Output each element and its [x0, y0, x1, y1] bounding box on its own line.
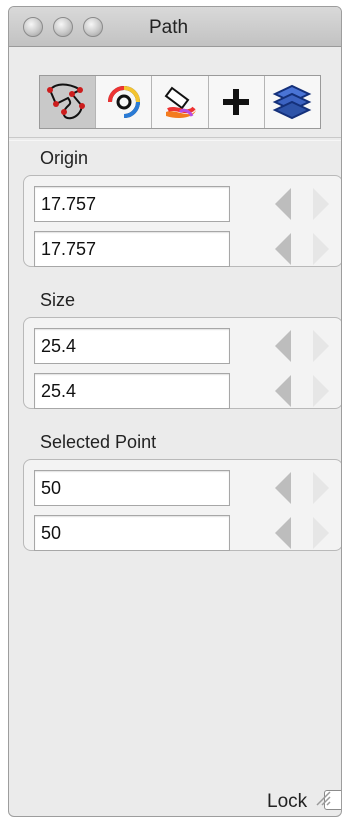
- zoom-window-button[interactable]: [83, 17, 103, 37]
- origin-y-field[interactable]: 17.757: [34, 231, 230, 267]
- selected-point-label: Selected Point: [40, 432, 157, 452]
- origin-x-increment-arrow-icon[interactable]: [313, 188, 329, 220]
- size-label: Size: [40, 290, 76, 310]
- tool-layers[interactable]: [265, 76, 320, 128]
- size-width-field[interactable]: 25.4: [34, 328, 230, 364]
- size-width-increment-arrow-icon[interactable]: [313, 330, 329, 362]
- selected-point-group: 50 50: [23, 459, 341, 551]
- lock-label: Lock: [267, 791, 308, 812]
- resize-grip-icon[interactable]: [313, 788, 331, 806]
- title-bar: Path: [9, 7, 341, 47]
- selected-point-y-decrement-arrow-icon[interactable]: [275, 517, 291, 549]
- layers-icon: [273, 84, 312, 120]
- selected-point-y-increment-arrow-icon[interactable]: [313, 517, 329, 549]
- origin-y-decrement-arrow-icon[interactable]: [275, 233, 291, 265]
- minimize-window-button[interactable]: [53, 17, 73, 37]
- selected-point-y-field[interactable]: 50: [34, 515, 230, 551]
- size-width-decrement-arrow-icon[interactable]: [275, 330, 291, 362]
- toolbar-divider: [9, 137, 341, 141]
- tool-color-wheel[interactable]: [96, 76, 153, 128]
- tool-add[interactable]: [209, 76, 265, 128]
- close-window-button[interactable]: [23, 17, 43, 37]
- tool-path-select[interactable]: [40, 76, 97, 128]
- selected-point-x-increment-arrow-icon[interactable]: [313, 472, 329, 504]
- size-height-increment-arrow-icon[interactable]: [313, 375, 329, 407]
- path-inspector-panel: Path Origin 17.757 17.757 Size 25.4 25.4…: [8, 6, 342, 817]
- color-wheel-icon: [107, 86, 140, 118]
- size-height-field[interactable]: 25.4: [34, 373, 230, 409]
- size-group: 25.4 25.4: [23, 317, 341, 409]
- selected-point-x-field[interactable]: 50: [34, 470, 230, 506]
- plus-icon: [223, 89, 250, 115]
- selected-point-x-decrement-arrow-icon[interactable]: [275, 472, 291, 504]
- origin-y-increment-arrow-icon[interactable]: [313, 233, 329, 265]
- origin-x-field[interactable]: 17.757: [34, 186, 230, 222]
- toolbar: [39, 75, 321, 129]
- window-title: Path: [149, 17, 189, 38]
- tool-paint-bucket[interactable]: [152, 76, 209, 128]
- origin-label: Origin: [40, 148, 89, 168]
- path-select-icon: [46, 83, 85, 120]
- origin-group: 17.757 17.757: [23, 175, 341, 267]
- paint-bucket-icon: [164, 86, 196, 118]
- size-height-decrement-arrow-icon[interactable]: [275, 375, 291, 407]
- origin-x-decrement-arrow-icon[interactable]: [275, 188, 291, 220]
